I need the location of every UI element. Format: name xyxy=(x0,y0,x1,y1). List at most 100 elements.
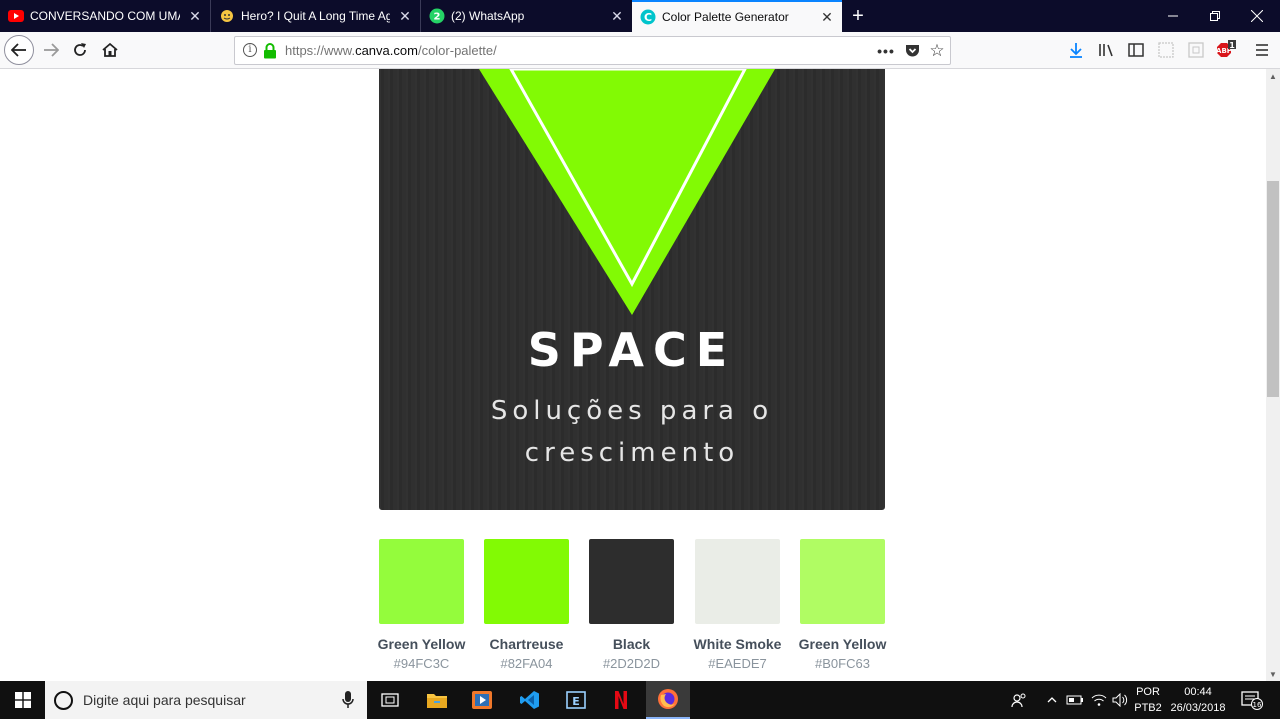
restore-button[interactable] xyxy=(1192,0,1238,32)
taskbar-search[interactable]: Digite aqui para pesquisar xyxy=(45,681,367,719)
media-player-icon xyxy=(472,691,492,709)
cortana-icon xyxy=(54,691,73,710)
library-icon[interactable] xyxy=(1094,38,1118,62)
task-view-icon xyxy=(381,693,399,707)
start-button[interactable] xyxy=(0,681,45,719)
color-hex[interactable]: #EAEDE7 xyxy=(685,656,790,671)
scroll-down-icon[interactable]: ▼ xyxy=(1266,667,1280,681)
new-tab-button[interactable]: + xyxy=(846,0,870,32)
pocket-icon[interactable] xyxy=(901,40,923,62)
close-icon[interactable]: ✕ xyxy=(396,7,414,25)
notifications-icon[interactable]: 16 xyxy=(1238,681,1266,719)
whatsapp-badge: 2 xyxy=(434,12,441,23)
close-icon[interactable]: ✕ xyxy=(818,8,836,26)
tab-label: Color Palette Generator xyxy=(662,10,789,24)
nav-bar: i https://www.canva.com/color-palette/ •… xyxy=(0,32,1280,69)
canva-badge: C xyxy=(644,11,652,24)
netflix-button[interactable] xyxy=(601,681,641,719)
windows-taskbar: Digite aqui para pesquisar E POR PTB2 00… xyxy=(0,681,1280,719)
info-icon[interactable]: i xyxy=(243,43,257,57)
poster-subtitle-line1: Soluções para o xyxy=(490,396,774,426)
search-placeholder: Digite aqui para pesquisar xyxy=(83,692,246,708)
minimize-button[interactable] xyxy=(1150,0,1196,32)
tab-label: (2) WhatsApp xyxy=(451,9,525,23)
palette-poster-image: SPACE Soluções para o crescimento xyxy=(379,69,885,510)
tab-youtube[interactable]: CONVERSANDO COM UMA AT ✕ xyxy=(0,0,211,32)
battery-icon[interactable] xyxy=(1064,681,1086,719)
microphone-icon[interactable] xyxy=(342,691,354,709)
tab-color-palette[interactable]: C Color Palette Generator ✕ xyxy=(632,0,842,32)
color-name: Green Yellow xyxy=(377,636,466,652)
reload-icon xyxy=(74,43,86,56)
media-player-button[interactable] xyxy=(462,681,502,719)
netflix-icon xyxy=(615,691,627,709)
terminal-icon: E xyxy=(566,691,586,709)
lock-icon[interactable] xyxy=(263,43,277,59)
arrow-right-icon xyxy=(44,43,59,57)
extension-icon[interactable] xyxy=(1184,38,1208,62)
page-content: SPACE Soluções para o crescimento Green … xyxy=(0,69,1266,681)
webtoon-icon xyxy=(219,8,235,24)
tab-whatsapp[interactable]: 2 (2) WhatsApp ✕ xyxy=(421,0,632,32)
system-clock[interactable]: 00:44 26/03/2018 xyxy=(1166,684,1230,716)
youtube-icon xyxy=(8,8,24,24)
extension-icon[interactable] xyxy=(1154,38,1178,62)
firefox-icon xyxy=(658,689,678,709)
tab-webtoon[interactable]: Hero? I Quit A Long Time Ago ✕ xyxy=(211,0,421,32)
home-icon xyxy=(102,42,118,57)
menu-icon[interactable] xyxy=(1250,38,1274,62)
close-icon[interactable]: ✕ xyxy=(608,7,626,25)
file-explorer-button[interactable] xyxy=(417,681,457,719)
downloads-icon[interactable] xyxy=(1064,38,1088,62)
color-name: White Smoke xyxy=(693,636,782,652)
close-window-button[interactable] xyxy=(1234,0,1280,32)
tab-label: CONVERSANDO COM UMA AT xyxy=(30,9,180,23)
tab-label: Hero? I Quit A Long Time Ago xyxy=(241,9,390,23)
wifi-icon[interactable] xyxy=(1089,681,1109,719)
vscode-button[interactable] xyxy=(510,681,550,719)
firefox-button[interactable] xyxy=(646,681,690,719)
color-hex[interactable]: #94FC3C xyxy=(369,656,474,671)
color-swatch[interactable] xyxy=(589,539,674,624)
color-swatch[interactable] xyxy=(800,539,885,624)
canva-icon: C xyxy=(640,9,656,25)
back-button[interactable] xyxy=(4,35,34,65)
bookmark-star-icon[interactable]: ☆ xyxy=(926,40,948,62)
color-hex[interactable]: #2D2D2D xyxy=(579,656,684,671)
color-swatch[interactable] xyxy=(484,539,569,624)
address-bar[interactable]: i https://www.canva.com/color-palette/ •… xyxy=(234,36,951,65)
chevron-up-icon[interactable] xyxy=(1044,681,1060,719)
url-text: https://www.canva.com/color-palette/ xyxy=(285,43,497,58)
home-button[interactable] xyxy=(96,36,124,64)
notification-count: 16 xyxy=(1253,701,1262,709)
color-hex[interactable]: #82FA04 xyxy=(474,656,579,671)
svg-text:E: E xyxy=(572,695,580,708)
reload-button[interactable] xyxy=(66,36,94,64)
tab-strip: CONVERSANDO COM UMA AT ✕ Hero? I Quit A … xyxy=(0,0,1280,32)
task-view-button[interactable] xyxy=(370,681,410,719)
close-icon[interactable]: ✕ xyxy=(186,7,204,25)
page-actions-icon[interactable]: ••• xyxy=(875,40,897,62)
people-icon[interactable] xyxy=(1008,681,1030,719)
color-name: Black xyxy=(612,636,651,652)
windows-icon xyxy=(14,692,31,708)
color-name: Green Yellow xyxy=(798,636,887,652)
sidebar-icon[interactable] xyxy=(1124,38,1148,62)
language-indicator[interactable]: POR PTB2 xyxy=(1133,684,1163,716)
terminal-button[interactable]: E xyxy=(556,681,596,719)
color-hex[interactable]: #B0FC63 xyxy=(790,656,895,671)
poster-subtitle-line2: crescimento xyxy=(524,438,740,468)
color-name: Chartreuse xyxy=(489,636,564,652)
vscode-icon xyxy=(520,691,539,709)
whatsapp-icon: 2 xyxy=(429,8,445,24)
arrow-left-icon xyxy=(11,43,26,57)
page-scrollbar[interactable]: ▲ ▼ xyxy=(1266,69,1280,681)
volume-icon[interactable] xyxy=(1110,681,1130,719)
adblock-count: 1 xyxy=(1229,41,1235,50)
color-swatch[interactable] xyxy=(695,539,780,624)
color-swatch[interactable] xyxy=(379,539,464,624)
scroll-up-icon[interactable]: ▲ xyxy=(1266,69,1280,83)
adblock-icon[interactable]: ABP 1 xyxy=(1214,38,1238,62)
forward-button[interactable] xyxy=(37,36,65,64)
scrollbar-thumb[interactable] xyxy=(1267,181,1279,397)
